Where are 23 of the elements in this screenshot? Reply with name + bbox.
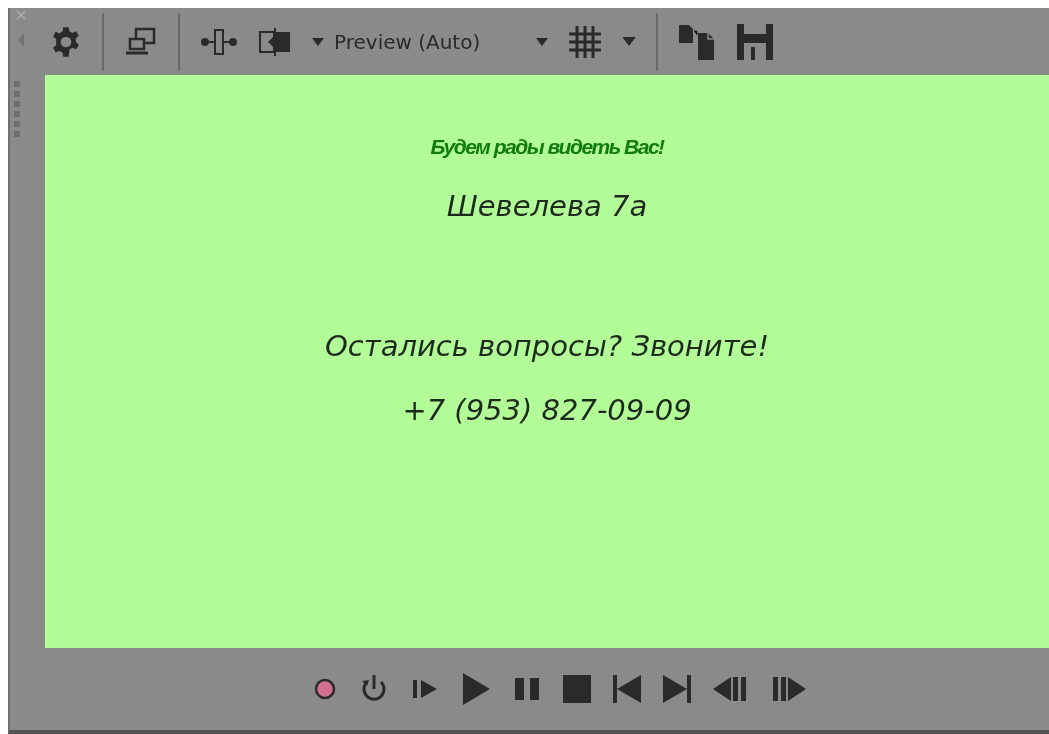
grid-icon[interactable]: [568, 24, 603, 59]
greeting-text: Будем рады видеть Вас!: [430, 135, 664, 159]
play-icon[interactable]: [460, 672, 491, 706]
monitor-icon[interactable]: [124, 26, 158, 57]
previous-icon[interactable]: [612, 675, 641, 703]
caption-text: +7 (953) 827-09-09: [402, 393, 692, 427]
record-icon[interactable]: [312, 677, 337, 701]
preview-quality-dropdown[interactable]: Preview (Auto): [312, 29, 549, 54]
caret-icon: [312, 37, 324, 46]
stop-icon[interactable]: [562, 675, 591, 703]
pause-icon[interactable]: [512, 675, 541, 703]
compare-icon[interactable]: [258, 25, 292, 58]
caption-text: Шевелева 7а: [446, 189, 648, 223]
save-icon[interactable]: [736, 22, 775, 61]
split-icon[interactable]: [200, 26, 238, 57]
caret-icon: [536, 37, 549, 46]
copy-icon[interactable]: [678, 22, 717, 61]
previous-frame-icon[interactable]: [712, 675, 749, 703]
caption-text: Остались вопросы? Звоните!: [324, 329, 770, 363]
settings-icon[interactable]: [50, 25, 82, 58]
caret-icon[interactable]: [622, 37, 637, 46]
next-icon[interactable]: [662, 675, 691, 703]
next-frame-icon[interactable]: [770, 675, 807, 703]
